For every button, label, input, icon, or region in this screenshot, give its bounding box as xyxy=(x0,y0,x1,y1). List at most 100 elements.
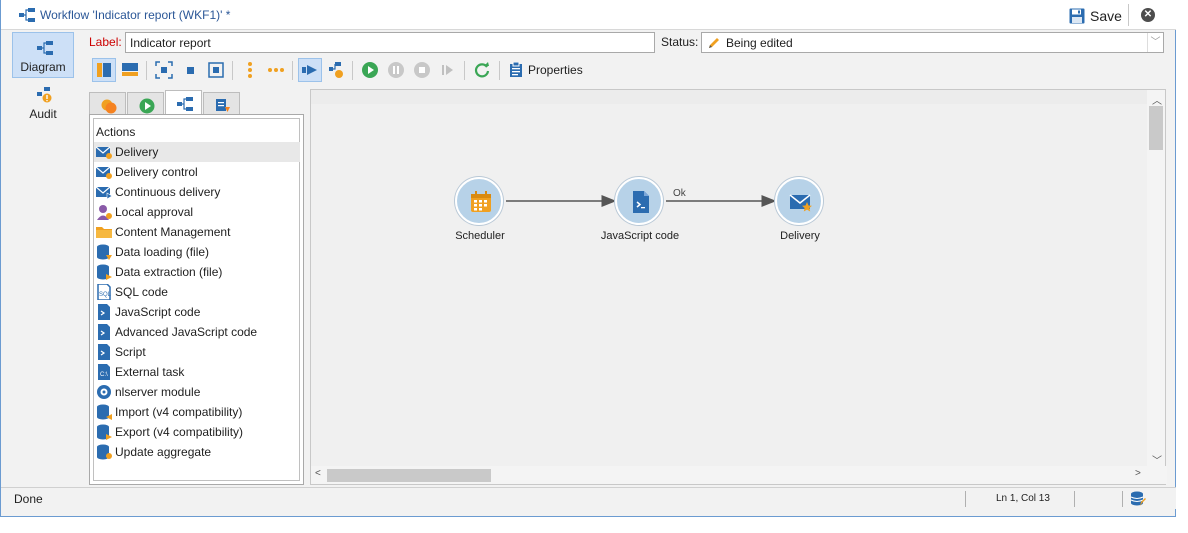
divider xyxy=(1128,4,1129,26)
canvas-work-area[interactable]: Ok Scheduler JavaScript code Delivery xyxy=(311,90,1148,467)
palette-item-label: SQL code xyxy=(115,285,168,299)
palette-item[interactable]: Script xyxy=(94,342,300,362)
update-aggregate-icon xyxy=(97,444,112,460)
calendar-icon xyxy=(471,191,491,212)
palette-item[interactable]: nlserver module xyxy=(94,382,300,402)
palette-item[interactable]: C:\ External task xyxy=(94,362,300,382)
workflow-properties-button[interactable] xyxy=(324,58,348,82)
continuous-delivery-icon xyxy=(96,186,112,200)
palette-item[interactable]: Export (v4 compatibility) xyxy=(94,422,300,442)
nav-item-label: Diagram xyxy=(20,60,66,74)
vertical-split-icon xyxy=(97,63,111,77)
nav-item-label: Audit xyxy=(29,107,57,121)
title-bar: Workflow 'Indicator report (WKF1)' * Sav… xyxy=(1,0,1176,30)
import-icon xyxy=(97,404,112,420)
actions-icon xyxy=(177,97,193,111)
nlserver-icon xyxy=(97,385,111,399)
scroll-left-icon[interactable]: < xyxy=(315,468,321,479)
refresh-button[interactable] xyxy=(470,58,494,82)
palette-item-label: Advanced JavaScript code xyxy=(115,325,258,339)
palette-item-label: nlserver module xyxy=(115,385,201,399)
normal-size-icon xyxy=(187,67,194,74)
palette-item[interactable]: Data extraction (file) xyxy=(94,262,300,282)
palette-item[interactable]: Update aggregate xyxy=(94,442,300,462)
palette-item[interactable]: Advanced JavaScript code xyxy=(94,322,300,342)
horizontal-split-button[interactable] xyxy=(118,58,142,82)
vertical-layout-button[interactable] xyxy=(238,58,262,82)
normal-size-button[interactable] xyxy=(178,58,202,82)
status-text: Done xyxy=(14,492,43,506)
save-button[interactable]: Save xyxy=(1069,6,1122,26)
divider xyxy=(1074,491,1075,507)
tab-targeting[interactable] xyxy=(89,92,126,115)
horizontal-scrollbar[interactable]: < > xyxy=(311,466,1167,484)
zoom-fit-button[interactable] xyxy=(204,58,228,82)
workflow-window: Workflow 'Indicator report (WKF1)' * Sav… xyxy=(0,0,1176,517)
vertical-scrollbar[interactable]: ︿ ﹀ xyxy=(1147,90,1165,467)
palette-item[interactable]: Data loading (file) xyxy=(94,242,300,262)
palette-item[interactable]: Local approval xyxy=(94,202,300,222)
tab-actions[interactable] xyxy=(165,90,202,116)
delivery-control-icon xyxy=(96,166,112,179)
node-delivery[interactable] xyxy=(775,177,823,225)
status-caption: Status: xyxy=(661,35,699,49)
label-caption: Label: xyxy=(89,35,122,49)
vertical-split-button[interactable] xyxy=(92,58,116,82)
scroll-down-icon[interactable]: ﹀ xyxy=(1152,452,1162,467)
node-scheduler[interactable] xyxy=(455,177,503,225)
palette-item-label: Delivery xyxy=(115,145,159,159)
diagram-toolbar: Properties xyxy=(89,58,1164,84)
database-icon[interactable] xyxy=(1130,491,1146,507)
stop-button[interactable] xyxy=(410,58,434,82)
play-button[interactable] xyxy=(358,58,382,82)
window-title: Workflow 'Indicator report (WKF1)' * xyxy=(40,8,231,22)
start-button[interactable] xyxy=(298,58,322,82)
status-select[interactable]: Being edited ﹀ xyxy=(701,32,1164,53)
scroll-right-icon[interactable]: > xyxy=(1135,468,1141,479)
svg-text:SQL: SQL xyxy=(99,292,112,298)
node-javascript-code[interactable] xyxy=(615,177,663,225)
nav-item-audit[interactable]: Audit xyxy=(12,80,74,126)
palette-list: Actions Delivery Delivery control Continuo… xyxy=(93,118,300,481)
transition-layer xyxy=(506,195,777,207)
javascript-icon xyxy=(98,304,110,320)
horizontal-layout-button[interactable] xyxy=(264,58,288,82)
palette-item-label: Continuous delivery xyxy=(115,185,221,199)
chevron-down-icon[interactable]: ﹀ xyxy=(1147,33,1163,52)
step-button[interactable] xyxy=(436,58,460,82)
audit-icon xyxy=(37,87,52,103)
data-loading-icon xyxy=(97,244,112,260)
palette-item[interactable]: Import (v4 compatibility) xyxy=(94,402,300,422)
local-approval-icon xyxy=(97,205,112,220)
palette-item[interactable]: Content Management xyxy=(94,222,300,242)
svg-text:C:\: C:\ xyxy=(100,372,108,378)
palette-item[interactable]: Delivery xyxy=(94,142,300,162)
diagram-canvas[interactable]: Ok Scheduler JavaScript code Delivery ︿ … xyxy=(310,89,1167,485)
properties-button[interactable]: Properties xyxy=(509,62,583,77)
divider xyxy=(146,61,147,80)
left-navigation: Diagram Audit xyxy=(1,30,84,485)
palette-item[interactable]: SQL SQL code xyxy=(94,282,300,302)
palette-item-label: JavaScript code xyxy=(115,305,201,319)
scroll-up-icon[interactable]: ︿ xyxy=(1152,92,1162,107)
palette-item-label: Update aggregate xyxy=(115,445,212,459)
node-label: JavaScript code xyxy=(600,230,680,242)
palette-item-label: Delivery control xyxy=(115,165,198,179)
scroll-thumb[interactable] xyxy=(327,469,491,482)
divider xyxy=(352,61,353,80)
sql-icon: SQL xyxy=(97,284,112,300)
palette-item-label: Content Management xyxy=(115,225,231,239)
palette-item[interactable]: Continuous delivery xyxy=(94,182,300,202)
scroll-thumb[interactable] xyxy=(1149,106,1163,150)
palette-item[interactable]: JavaScript code xyxy=(94,302,300,322)
label-field[interactable]: Indicator report xyxy=(125,32,655,53)
close-icon[interactable]: ✕ xyxy=(1141,8,1155,22)
palette-item[interactable]: Delivery control xyxy=(94,162,300,182)
tab-events[interactable] xyxy=(203,92,240,115)
tab-flow-control[interactable] xyxy=(127,92,164,115)
vertical-dots-icon xyxy=(248,62,252,78)
pause-button[interactable] xyxy=(384,58,408,82)
nav-item-diagram[interactable]: Diagram xyxy=(12,32,74,78)
fit-button[interactable] xyxy=(152,58,176,82)
palette-item-label: Import (v4 compatibility) xyxy=(115,405,243,419)
